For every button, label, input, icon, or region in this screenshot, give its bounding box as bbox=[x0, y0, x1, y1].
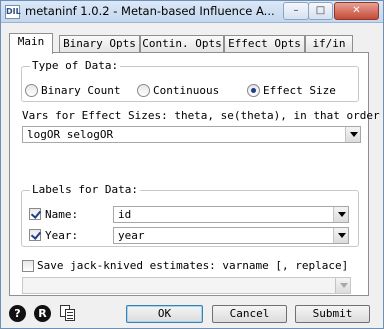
minimize-button[interactable]: – bbox=[283, 2, 309, 20]
year-combobox[interactable]: year bbox=[113, 227, 349, 244]
type-of-data-group: Type of Data: Binary Count Continuous Ef… bbox=[21, 59, 359, 102]
dialog-window: DIL metaninf 1.0.2 - Metan-based Influen… bbox=[0, 0, 384, 329]
name-checkbox[interactable] bbox=[29, 208, 41, 220]
tab-effect-opts[interactable]: Effect Opts bbox=[224, 35, 305, 53]
chevron-down-icon[interactable] bbox=[345, 127, 360, 142]
submit-button[interactable]: Submit bbox=[295, 305, 370, 323]
chevron-down-icon[interactable] bbox=[333, 228, 348, 243]
main-tab-panel: Type of Data: Binary Count Continuous Ef… bbox=[9, 52, 380, 296]
save-checkbox[interactable] bbox=[22, 260, 34, 272]
radio-binary-count-label: Binary Count bbox=[41, 83, 121, 97]
radio-continuous-label: Continuous bbox=[153, 83, 220, 97]
tab-contin-opts[interactable]: Contin. Opts bbox=[140, 35, 224, 53]
radio-continuous[interactable]: Continuous bbox=[137, 83, 219, 97]
year-checkbox[interactable] bbox=[29, 229, 41, 241]
name-value: id bbox=[118, 208, 132, 221]
vars-label: Vars for Effect Sizes: theta, se(theta),… bbox=[22, 109, 380, 122]
tab-if-in[interactable]: if/in bbox=[305, 35, 353, 53]
copy-icon[interactable] bbox=[59, 304, 76, 322]
reset-icon[interactable]: R bbox=[34, 305, 51, 322]
chevron-down-icon[interactable] bbox=[335, 278, 350, 293]
tab-strip: Main Binary Opts Contin. Opts Effect Opt… bbox=[9, 33, 377, 54]
labels-for-data-group: Labels for Data: Name: id Year: year bbox=[21, 183, 359, 247]
radio-binary-count[interactable]: Binary Count bbox=[25, 83, 120, 97]
radio-circle[interactable] bbox=[137, 83, 150, 97]
ok-button[interactable]: OK bbox=[126, 305, 203, 323]
save-combobox[interactable] bbox=[22, 277, 351, 294]
type-of-data-legend: Type of Data: bbox=[30, 59, 121, 72]
name-label: Name: bbox=[45, 208, 79, 221]
vars-value: logOR selogOR bbox=[27, 128, 114, 141]
name-combobox[interactable]: id bbox=[113, 206, 349, 223]
close-button[interactable]: ✕ bbox=[334, 2, 379, 20]
radio-effect-size-label: Effect Size bbox=[263, 83, 336, 97]
window-title: metaninf 1.0.2 - Metan-based Influence A… bbox=[25, 4, 275, 18]
vars-combobox[interactable]: logOR selogOR bbox=[22, 126, 361, 143]
cancel-button[interactable]: Cancel bbox=[212, 305, 287, 323]
labels-for-data-legend: Labels for Data: bbox=[30, 183, 140, 196]
year-value: year bbox=[118, 229, 145, 242]
year-label: Year: bbox=[45, 229, 79, 242]
maximize-button[interactable]: □ bbox=[308, 2, 333, 20]
radio-circle[interactable] bbox=[25, 83, 38, 97]
tab-main[interactable]: Main bbox=[9, 33, 53, 54]
save-label: Save jack-knived estimates: varname [, r… bbox=[37, 259, 349, 272]
tab-binary-opts[interactable]: Binary Opts bbox=[59, 35, 140, 53]
radio-circle-selected[interactable] bbox=[247, 83, 260, 97]
app-icon: DIL bbox=[5, 5, 21, 19]
chevron-down-icon[interactable] bbox=[333, 207, 348, 222]
radio-effect-size[interactable]: Effect Size bbox=[247, 83, 336, 97]
help-icon[interactable]: ? bbox=[9, 305, 26, 322]
title-bar[interactable]: DIL metaninf 1.0.2 - Metan-based Influen… bbox=[1, 1, 383, 23]
